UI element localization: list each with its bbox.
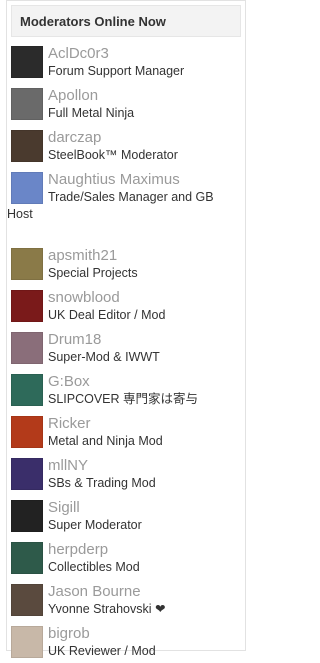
list-item: Apollon Full Metal Ninja: [7, 83, 245, 125]
list-item: darczap SteelBook™ Moderator: [7, 125, 245, 167]
list-item: herpderp Collectibles Mod: [7, 537, 245, 579]
username-link[interactable]: herpderp: [48, 541, 140, 558]
username-link[interactable]: Apollon: [48, 87, 134, 104]
avatar[interactable]: [11, 500, 43, 532]
avatar[interactable]: [11, 584, 43, 616]
widget-header: Moderators Online Now: [11, 5, 241, 37]
list-item: apsmith21 Special Projects: [7, 243, 245, 285]
moderators-online-widget: Moderators Online Now AclDc0r3 Forum Sup…: [6, 0, 246, 658]
user-title: Metal and Ninja Mod: [48, 434, 163, 448]
avatar[interactable]: [11, 88, 43, 120]
list-item: Jason Bourne Yvonne Strahovski ❤: [7, 579, 245, 621]
username-link[interactable]: mllNY: [48, 457, 156, 474]
user-title: SBs & Trading Mod: [48, 476, 156, 490]
list-item: Naughtius Maximus Trade/Sales Manager an…: [7, 167, 245, 243]
avatar[interactable]: [11, 290, 43, 322]
user-title: SLIPCOVER 専門家は寄与: [48, 392, 199, 406]
list-item: AclDc0r3 Forum Support Manager: [7, 41, 245, 83]
username-link[interactable]: bigrob: [48, 625, 156, 642]
list-item: snowblood UK Deal Editor / Mod: [7, 285, 245, 327]
user-title: UK Reviewer / Mod: [48, 644, 156, 658]
avatar[interactable]: [11, 172, 43, 204]
user-title: Super-Mod & IWWT: [48, 350, 160, 364]
avatar[interactable]: [11, 248, 43, 280]
avatar[interactable]: [11, 458, 43, 490]
user-title: Collectibles Mod: [48, 560, 140, 574]
username-link[interactable]: AclDc0r3: [48, 45, 184, 62]
user-title: Yvonne Strahovski ❤: [48, 602, 166, 616]
user-title: Super Moderator: [48, 518, 142, 532]
list-item: Sigill Super Moderator: [7, 495, 245, 537]
list-item: Drum18 Super-Mod & IWWT: [7, 327, 245, 369]
list-item: mllNY SBs & Trading Mod: [7, 453, 245, 495]
user-title: UK Deal Editor / Mod: [48, 308, 166, 322]
user-title: Full Metal Ninja: [48, 106, 135, 120]
username-link[interactable]: Jason Bourne: [48, 583, 165, 600]
user-title: Forum Support Manager: [48, 64, 185, 78]
user-title: Special Projects: [48, 266, 138, 280]
user-title: Trade/Sales Manager and GB: [48, 190, 214, 204]
avatar[interactable]: [11, 416, 43, 448]
list-item: Ricker Metal and Ninja Mod: [7, 411, 245, 453]
user-title: SteelBook™ Moderator: [48, 148, 178, 162]
avatar[interactable]: [11, 130, 43, 162]
username-link[interactable]: apsmith21: [48, 247, 138, 264]
moderator-list: AclDc0r3 Forum Support Manager Apollon F…: [7, 41, 245, 663]
username-link[interactable]: Drum18: [48, 331, 160, 348]
username-link[interactable]: darczap: [48, 129, 178, 146]
username-link[interactable]: Naughtius Maximus: [48, 171, 214, 188]
username-link[interactable]: Ricker: [48, 415, 163, 432]
avatar[interactable]: [11, 46, 43, 78]
avatar[interactable]: [11, 332, 43, 364]
avatar[interactable]: [11, 626, 43, 658]
list-item: bigrob UK Reviewer / Mod: [7, 621, 245, 663]
avatar[interactable]: [11, 374, 43, 406]
user-title-continued: Host: [7, 207, 33, 221]
username-link[interactable]: snowblood: [48, 289, 165, 306]
avatar[interactable]: [11, 542, 43, 574]
username-link[interactable]: G:Box: [48, 373, 198, 390]
username-link[interactable]: Sigill: [48, 499, 142, 516]
list-item: G:Box SLIPCOVER 専門家は寄与: [7, 369, 245, 411]
